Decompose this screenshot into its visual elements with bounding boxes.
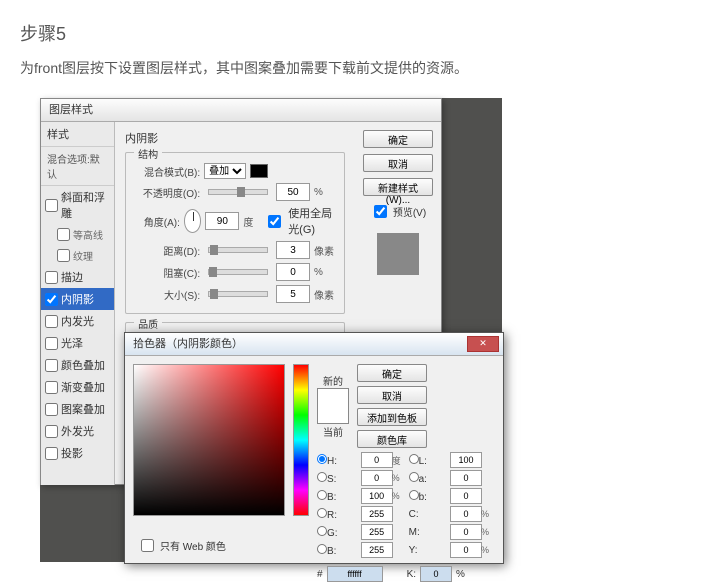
checkbox-icon[interactable] [45, 359, 58, 372]
distance-input[interactable] [276, 241, 310, 259]
h-input[interactable] [361, 452, 393, 468]
sidebar-header[interactable]: 样式 [41, 122, 114, 147]
color-libraries-button[interactable]: 颜色库 [357, 430, 427, 448]
size-label: 大小(S): [132, 287, 200, 302]
distance-label: 距离(D): [132, 243, 200, 258]
styles-sidebar: 样式 混合选项:默认 斜面和浮雕 等高线 纹理 描边 内阴影 内发光 光泽 颜色… [41, 122, 115, 485]
sidebar-item-bevel[interactable]: 斜面和浮雕 [41, 186, 114, 224]
checkbox-icon[interactable] [45, 425, 58, 438]
opacity-label: 不透明度(O): [132, 185, 200, 200]
sidebar-item-inner-glow[interactable]: 内发光 [41, 310, 114, 332]
structure-group: 结构 混合模式(B):叠加 不透明度(O):% 角度(A):度使用全局光(G) … [125, 152, 345, 314]
choke-label: 阻塞(C): [132, 265, 200, 280]
angle-input[interactable] [205, 212, 239, 230]
blend-mode-label: 混合模式(B): [132, 164, 200, 179]
screenshot-area: 图层样式 样式 混合选项:默认 斜面和浮雕 等高线 纹理 描边 内阴影 内发光 … [40, 98, 502, 562]
angle-dial[interactable] [184, 209, 201, 233]
g-radio[interactable] [317, 526, 327, 536]
web-only-label: 只有 Web 颜色 [160, 538, 226, 553]
checkbox-icon[interactable] [45, 293, 58, 306]
m-input[interactable] [450, 524, 482, 540]
s-radio[interactable] [317, 472, 327, 482]
color-fields: H:度 L: S:% a: B:% b: R: C:% G: M:% B: Y:… [317, 452, 495, 558]
new-current-swatch[interactable] [317, 388, 349, 424]
hex-input[interactable] [327, 566, 383, 582]
size-input[interactable] [276, 285, 310, 303]
colorpicker-title: 拾色器（内阴影颜色）✕ [125, 333, 503, 356]
hue-slider[interactable] [293, 364, 309, 516]
b-radio[interactable] [317, 490, 327, 500]
cancel-button[interactable]: 取消 [363, 154, 433, 172]
step-description: 为front图层按下设置图层样式，其中图案叠加需要下载前文提供的资源。 [20, 58, 700, 78]
checkbox-icon[interactable] [45, 315, 58, 328]
sidebar-item-gradient-overlay[interactable]: 渐变叠加 [41, 376, 114, 398]
sidebar-item-outer-glow[interactable]: 外发光 [41, 420, 114, 442]
k-input[interactable] [420, 566, 452, 582]
checkbox-icon[interactable] [45, 271, 58, 284]
c-input[interactable] [450, 506, 482, 522]
current-label: 当前 [317, 424, 349, 439]
new-label: 新的 [317, 373, 349, 388]
preview-checkbox[interactable] [374, 205, 387, 218]
sidebar-blend-defaults[interactable]: 混合选项:默认 [41, 147, 114, 186]
ok-button[interactable]: 确定 [363, 130, 433, 148]
quality-legend: 品质 [134, 316, 162, 331]
bv-radio[interactable] [317, 544, 327, 554]
l-radio[interactable] [409, 454, 419, 464]
new-style-button[interactable]: 新建样式(W)... [363, 178, 433, 196]
angle-label: 角度(A): [132, 214, 180, 229]
checkbox-icon[interactable] [45, 447, 58, 460]
l-input[interactable] [450, 452, 482, 468]
checkbox-icon[interactable] [45, 403, 58, 416]
checkbox-icon[interactable] [57, 249, 70, 262]
y-input[interactable] [450, 542, 482, 558]
br-input[interactable] [361, 488, 393, 504]
color-swatch[interactable] [250, 164, 268, 178]
global-light-checkbox[interactable] [268, 215, 281, 228]
sidebar-item-texture[interactable]: 纹理 [41, 245, 114, 266]
sidebar-item-inner-shadow[interactable]: 内阴影 [41, 288, 114, 310]
panel-title: 内阴影 [125, 130, 345, 146]
lab-b-input[interactable] [450, 488, 482, 504]
g-input[interactable] [361, 524, 393, 540]
r-input[interactable] [361, 506, 393, 522]
distance-slider[interactable] [208, 247, 268, 253]
preview-swatch [377, 233, 419, 275]
a-input[interactable] [450, 470, 482, 486]
sidebar-item-drop-shadow[interactable]: 投影 [41, 442, 114, 464]
s-input[interactable] [361, 470, 393, 486]
sidebar-item-stroke[interactable]: 描边 [41, 266, 114, 288]
choke-slider[interactable] [208, 269, 268, 275]
a-radio[interactable] [409, 472, 419, 482]
close-icon[interactable]: ✕ [467, 336, 499, 352]
checkbox-icon[interactable] [45, 199, 58, 212]
saturation-value-field[interactable] [133, 364, 285, 516]
size-slider[interactable] [208, 291, 268, 297]
color-picker-dialog: 拾色器（内阴影颜色）✕ 新的 当前 确定 [124, 332, 504, 564]
choke-input[interactable] [276, 263, 310, 281]
sidebar-item-satin[interactable]: 光泽 [41, 332, 114, 354]
checkbox-icon[interactable] [45, 337, 58, 350]
lab-b-radio[interactable] [409, 490, 419, 500]
add-to-swatches-button[interactable]: 添加到色板 [357, 408, 427, 426]
structure-legend: 结构 [134, 146, 162, 161]
checkbox-icon[interactable] [57, 228, 70, 241]
opacity-slider[interactable] [208, 189, 268, 195]
h-radio[interactable] [317, 454, 327, 464]
cp-ok-button[interactable]: 确定 [357, 364, 427, 382]
bv-input[interactable] [361, 542, 393, 558]
dialog-title: 图层样式 [41, 99, 441, 122]
opacity-input[interactable] [276, 183, 310, 201]
sidebar-item-pattern-overlay[interactable]: 图案叠加 [41, 398, 114, 420]
checkbox-icon[interactable] [45, 381, 58, 394]
blend-mode-select[interactable]: 叠加 [204, 163, 246, 179]
cp-cancel-button[interactable]: 取消 [357, 386, 427, 404]
sidebar-item-contour[interactable]: 等高线 [41, 224, 114, 245]
step-title: 步骤5 [20, 20, 700, 46]
r-radio[interactable] [317, 508, 327, 518]
sidebar-item-color-overlay[interactable]: 颜色叠加 [41, 354, 114, 376]
